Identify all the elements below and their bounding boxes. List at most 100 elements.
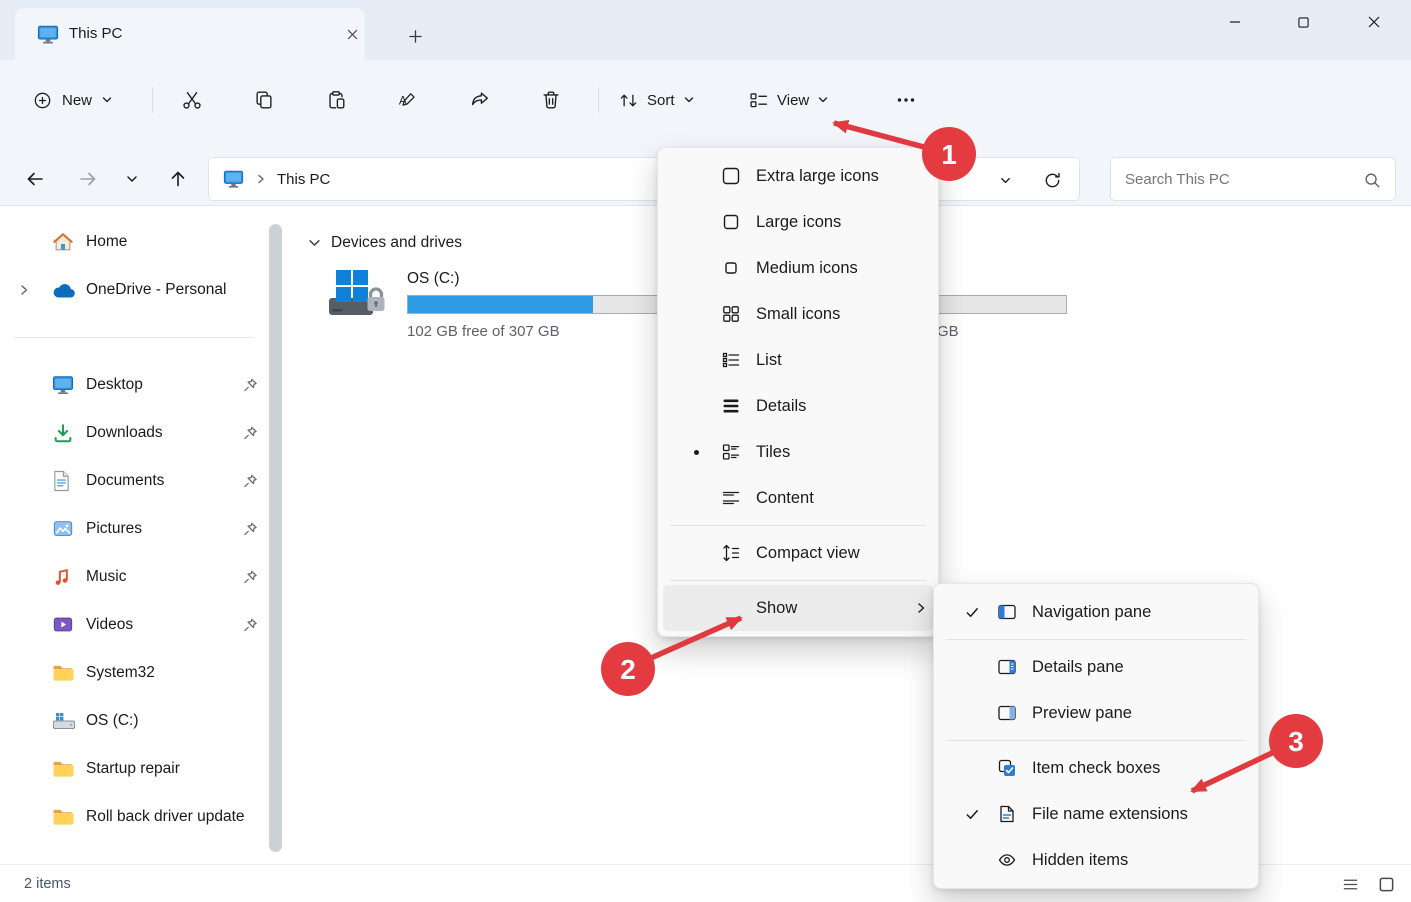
up-arrow-icon bbox=[168, 169, 188, 189]
search-input[interactable] bbox=[1111, 158, 1395, 200]
sidebar-item-os-c[interactable]: OS (C:) bbox=[0, 697, 268, 745]
checkmark-icon bbox=[950, 807, 994, 822]
menu-item-preview-pane[interactable]: Preview pane bbox=[934, 690, 1258, 736]
menu-item-compact-view[interactable]: Compact view bbox=[658, 530, 938, 576]
back-arrow-icon bbox=[25, 169, 45, 189]
view-button[interactable]: View bbox=[736, 79, 841, 121]
sidebar-item-label: Pictures bbox=[86, 520, 142, 538]
chevron-down-icon bbox=[817, 94, 829, 106]
sort-button[interactable]: Sort bbox=[606, 79, 707, 121]
tab-title: This PC bbox=[69, 25, 122, 42]
menu-item-label: Item check boxes bbox=[1032, 759, 1248, 778]
address-bar[interactable]: This PC bbox=[208, 157, 1080, 201]
sidebar: Home OneDrive - Personal Desktop Downloa… bbox=[0, 206, 268, 862]
new-button[interactable]: New bbox=[20, 79, 125, 121]
back-button[interactable] bbox=[16, 157, 54, 201]
maximize-button[interactable] bbox=[1278, 4, 1328, 40]
search-box bbox=[1110, 157, 1396, 201]
recent-locations-button[interactable] bbox=[114, 157, 150, 201]
address-dropdown-icon[interactable] bbox=[991, 168, 1019, 192]
small-icons-icon bbox=[718, 304, 744, 324]
sidebar-item-startup-repair[interactable]: Startup repair bbox=[0, 745, 268, 793]
paste-button[interactable] bbox=[308, 78, 364, 122]
tab-close-icon[interactable] bbox=[339, 21, 365, 47]
copy-button[interactable] bbox=[236, 78, 292, 122]
menu-item-label: Compact view bbox=[756, 544, 928, 563]
pictures-icon bbox=[52, 518, 74, 540]
refresh-icon[interactable] bbox=[1037, 166, 1067, 194]
sidebar-item-home[interactable]: Home bbox=[0, 218, 268, 266]
menu-item-label: Small icons bbox=[756, 305, 928, 324]
cut-button[interactable] bbox=[164, 78, 220, 122]
details-pane-icon bbox=[994, 657, 1020, 677]
sidebar-item-music[interactable]: Music bbox=[0, 553, 268, 601]
menu-item-navigation-pane[interactable]: Navigation pane bbox=[934, 589, 1258, 635]
forward-arrow-icon bbox=[78, 169, 98, 189]
new-tab-button[interactable] bbox=[400, 22, 430, 50]
menu-item-extra-large-icons[interactable]: Extra large icons bbox=[658, 153, 938, 199]
sidebar-item-documents[interactable]: Documents bbox=[0, 457, 268, 505]
thumbnail-icon bbox=[1378, 876, 1395, 893]
menu-item-small-icons[interactable]: Small icons bbox=[658, 291, 938, 337]
sort-icon bbox=[618, 90, 639, 111]
close-button[interactable] bbox=[1348, 4, 1400, 40]
breadcrumb-this-pc[interactable]: This PC bbox=[277, 171, 330, 188]
pin-icon bbox=[243, 426, 258, 441]
delete-button[interactable] bbox=[523, 78, 579, 122]
pin-icon bbox=[243, 618, 258, 633]
large-icons-view-toggle[interactable] bbox=[1373, 871, 1399, 897]
rename-button[interactable]: A bbox=[380, 78, 436, 122]
rename-icon: A bbox=[397, 89, 419, 111]
menu-item-content[interactable]: Content bbox=[658, 475, 938, 521]
menu-item-label: Large icons bbox=[756, 213, 928, 232]
menu-item-label: Medium icons bbox=[756, 259, 928, 278]
sidebar-item-roll-back-driver-update[interactable]: Roll back driver update bbox=[0, 793, 268, 841]
sidebar-item-videos[interactable]: Videos bbox=[0, 601, 268, 649]
menu-item-details-pane[interactable]: Details pane bbox=[934, 644, 1258, 690]
menu-item-medium-icons[interactable]: Medium icons bbox=[658, 245, 938, 291]
menu-item-tiles[interactable]: Tiles bbox=[658, 429, 938, 475]
menu-item-file-name-extensions[interactable]: File name extensions bbox=[934, 791, 1258, 837]
menu-item-item-check-boxes[interactable]: Item check boxes bbox=[934, 745, 1258, 791]
more-options-button[interactable] bbox=[884, 79, 928, 121]
sidebar-item-label: OneDrive - Personal bbox=[86, 281, 226, 299]
menu-separator bbox=[946, 740, 1246, 741]
sidebar-scrollbar[interactable] bbox=[269, 224, 282, 852]
hidden-items-eye-icon bbox=[994, 850, 1020, 870]
menu-item-details[interactable]: Details bbox=[658, 383, 938, 429]
menu-item-label: Details bbox=[756, 397, 928, 416]
sidebar-item-downloads[interactable]: Downloads bbox=[0, 409, 268, 457]
menu-item-large-icons[interactable]: Large icons bbox=[658, 199, 938, 245]
up-button[interactable] bbox=[159, 157, 197, 201]
sort-button-label: Sort bbox=[647, 92, 675, 109]
pin-icon bbox=[243, 522, 258, 537]
item-check-boxes-icon bbox=[994, 758, 1020, 778]
sidebar-item-pictures[interactable]: Pictures bbox=[0, 505, 268, 553]
ellipsis-icon bbox=[896, 90, 916, 110]
copy-icon bbox=[253, 89, 275, 111]
view-icon bbox=[748, 90, 769, 111]
drive-capacity-bar bbox=[407, 295, 685, 314]
sidebar-item-onedrive[interactable]: OneDrive - Personal bbox=[0, 266, 268, 314]
menu-item-label: List bbox=[756, 351, 928, 370]
minimize-button[interactable] bbox=[1210, 4, 1260, 40]
forward-button[interactable] bbox=[69, 157, 107, 201]
sidebar-group-divider bbox=[0, 314, 268, 361]
tab-bar: This PC bbox=[0, 0, 1411, 60]
this-pc-monitor-icon bbox=[223, 169, 244, 189]
chevron-right-icon[interactable] bbox=[18, 284, 30, 296]
section-title: Devices and drives bbox=[331, 234, 462, 252]
share-button[interactable] bbox=[452, 78, 508, 122]
menu-item-list[interactable]: List bbox=[658, 337, 938, 383]
search-icon[interactable] bbox=[1363, 171, 1381, 189]
details-view-toggle[interactable] bbox=[1337, 871, 1363, 897]
desktop-monitor-icon bbox=[52, 375, 74, 396]
tab-this-pc[interactable]: This PC bbox=[15, 8, 365, 60]
menu-item-show[interactable]: Show bbox=[663, 585, 933, 631]
devices-section-header[interactable]: Devices and drives bbox=[308, 234, 462, 252]
sidebar-item-system32[interactable]: System32 bbox=[0, 649, 268, 697]
menu-item-hidden-items[interactable]: Hidden items bbox=[934, 837, 1258, 883]
new-button-label: New bbox=[62, 92, 92, 109]
trash-icon bbox=[540, 89, 562, 111]
sidebar-item-desktop[interactable]: Desktop bbox=[0, 361, 268, 409]
